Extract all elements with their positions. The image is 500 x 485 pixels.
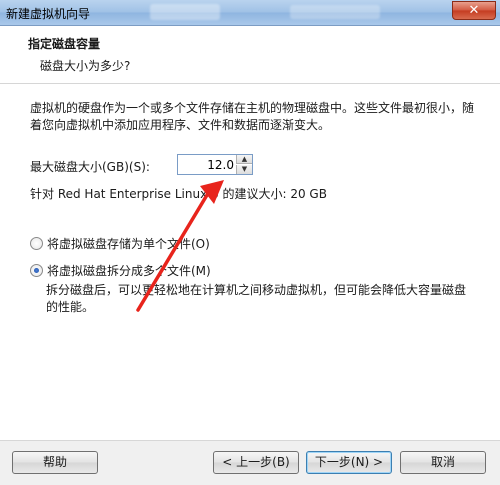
blurred-region: [150, 4, 220, 20]
watermark: [398, 445, 493, 477]
disk-size-input[interactable]: [178, 155, 236, 174]
wizard-header: 指定磁盘容量 磁盘大小为多少?: [0, 26, 500, 84]
close-button[interactable]: ✕: [452, 1, 496, 20]
window-title: 新建虚拟机向导: [6, 7, 91, 21]
radio-button-icon[interactable]: [30, 237, 43, 250]
disk-size-spinbox[interactable]: ▲ ▼: [177, 154, 253, 175]
help-button[interactable]: 帮助: [12, 451, 98, 474]
radio-split-files[interactable]: 将虚拟磁盘拆分成多个文件(M): [30, 262, 211, 279]
split-description-text: 拆分磁盘后，可以更轻松地在计算机之间移动虚拟机，但可能会降低大容量磁盘的性能。: [46, 283, 467, 314]
title-bar: 新建虚拟机向导 ✕: [0, 0, 500, 26]
radio-single-file[interactable]: 将虚拟磁盘存储为单个文件(O): [30, 235, 210, 252]
spin-down-icon[interactable]: ▼: [236, 165, 252, 174]
blurred-region: [290, 5, 380, 19]
page-subtitle: 磁盘大小为多少?: [40, 59, 131, 73]
description-text: 虚拟机的硬盘作为一个或多个文件存储在主机的物理磁盘中。这些文件最初很小，随着您向…: [30, 101, 475, 132]
spin-up-icon[interactable]: ▲: [236, 155, 252, 164]
page-title: 指定磁盘容量: [28, 37, 101, 51]
max-disk-size-label: 最大磁盘大小(GB)(S):: [30, 160, 150, 174]
radio-split-files-label[interactable]: 将虚拟磁盘拆分成多个文件(M): [47, 262, 211, 279]
radio-single-file-label[interactable]: 将虚拟磁盘存储为单个文件(O): [47, 235, 210, 252]
radio-button-checked-icon[interactable]: [30, 264, 43, 277]
back-button[interactable]: < 上一步(B): [213, 451, 299, 474]
recommended-size-text: 针对 Red Hat Enterprise Linux 6 的建议大小: 20 …: [30, 187, 327, 201]
next-button[interactable]: 下一步(N) >: [306, 451, 392, 474]
wizard-content: 虚拟机的硬盘作为一个或多个文件存储在主机的物理磁盘中。这些文件最初很小，随着您向…: [0, 85, 500, 440]
